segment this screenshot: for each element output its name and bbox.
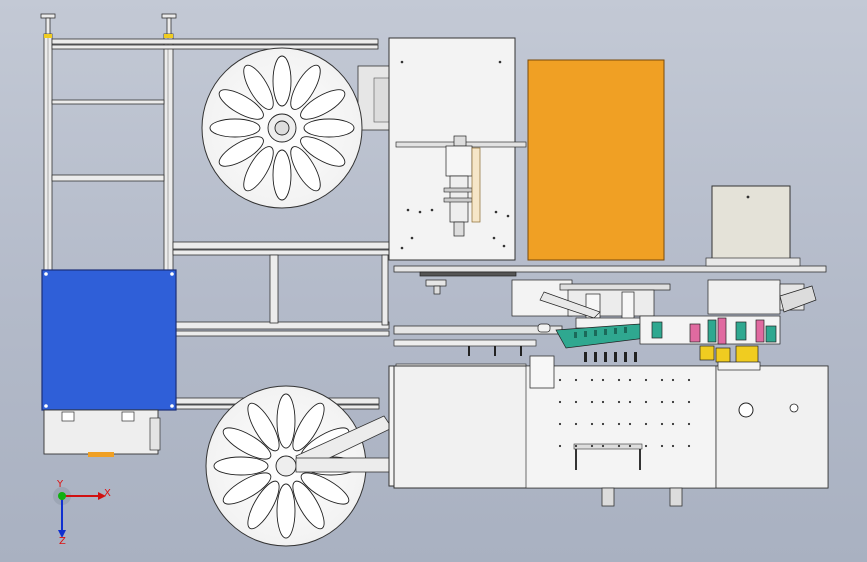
lower-film-reel bbox=[205, 385, 393, 547]
electrical-box bbox=[41, 269, 177, 457]
x-axis-label: X bbox=[104, 488, 111, 499]
cad-viewport[interactable]: X Y Z bbox=[0, 0, 867, 562]
rivet-hole bbox=[601, 400, 605, 404]
rivet-hole bbox=[644, 400, 648, 404]
rivet-hole bbox=[687, 378, 691, 382]
rivet-hole bbox=[601, 378, 605, 382]
rivet-hole bbox=[671, 400, 675, 404]
upper-film-reel bbox=[201, 47, 395, 209]
rivet-hole bbox=[628, 400, 632, 404]
rivet-hole bbox=[617, 422, 621, 426]
y-axis-dot-icon bbox=[58, 492, 66, 500]
rivet-hole bbox=[601, 422, 605, 426]
rivet-hole bbox=[628, 422, 632, 426]
reel-petal bbox=[213, 456, 269, 476]
reel-petal bbox=[209, 118, 261, 138]
rivet-hole bbox=[590, 444, 594, 448]
rivet-hole bbox=[590, 378, 594, 382]
reel-petal bbox=[276, 483, 296, 539]
reel-petal bbox=[303, 118, 355, 138]
rivet-hole bbox=[687, 444, 691, 448]
y-axis-label: Y bbox=[56, 479, 64, 490]
rivet-hole bbox=[601, 444, 605, 448]
rivet-hole bbox=[644, 378, 648, 382]
rivet-hole bbox=[660, 444, 664, 448]
rivet-hole bbox=[558, 422, 562, 426]
rivet-hole bbox=[628, 444, 632, 448]
sealing-mechanism bbox=[419, 271, 817, 371]
rivet-hole bbox=[617, 378, 621, 382]
rivet-hole bbox=[660, 422, 664, 426]
rivet-hole bbox=[558, 378, 562, 382]
rivet-hole bbox=[671, 444, 675, 448]
reel-petal bbox=[272, 55, 292, 107]
upper-side-plate bbox=[388, 37, 527, 261]
rivet-hole bbox=[574, 400, 578, 404]
rivet-hole bbox=[644, 444, 648, 448]
rivet-hole bbox=[660, 378, 664, 382]
rivet-hole bbox=[574, 378, 578, 382]
rivet-hole bbox=[687, 400, 691, 404]
rivet-hole bbox=[590, 422, 594, 426]
z-axis-label: Z bbox=[59, 536, 66, 547]
rivet-hole bbox=[660, 400, 664, 404]
axis-triad[interactable]: X Y Z bbox=[53, 479, 111, 547]
rivet-hole bbox=[590, 400, 594, 404]
rivet-hole bbox=[687, 422, 691, 426]
rivet-hole bbox=[558, 444, 562, 448]
reel-petal bbox=[276, 393, 296, 449]
rivet-hole bbox=[644, 422, 648, 426]
rivet-hole bbox=[574, 444, 578, 448]
rivet-hole bbox=[671, 378, 675, 382]
rivet-hole bbox=[628, 378, 632, 382]
reel-petal bbox=[272, 149, 292, 201]
rivet-hole bbox=[617, 400, 621, 404]
motor-box bbox=[705, 185, 801, 267]
rivet-hole bbox=[617, 444, 621, 448]
rivet-hole bbox=[671, 422, 675, 426]
control-cabinet bbox=[527, 59, 665, 261]
rivet-hole bbox=[558, 400, 562, 404]
rivet-hole bbox=[574, 422, 578, 426]
